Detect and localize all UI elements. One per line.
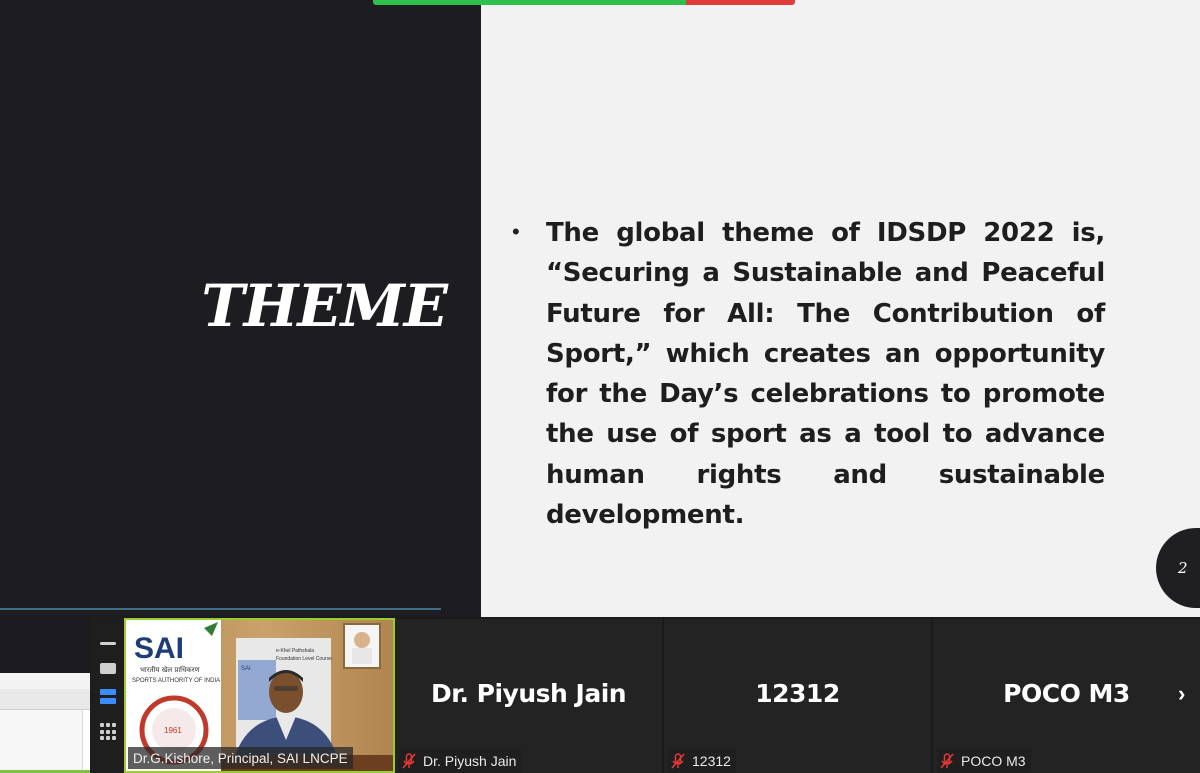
chevron-right-icon[interactable]: › [1178, 681, 1185, 707]
view-controls [90, 617, 124, 773]
sharing-indicator[interactable] [373, 0, 795, 5]
minimize-view-icon[interactable] [100, 642, 116, 645]
mic-off-icon [402, 753, 416, 769]
participant-tile[interactable]: POCO M3 POCO M3 [933, 619, 1200, 773]
speaker-view-icon[interactable] [100, 689, 116, 705]
gallery-view-icon[interactable] [100, 723, 118, 741]
banner-sub: SPORTS AUTHORITY OF INDIA [132, 678, 220, 684]
banner-logo-text: SAI [134, 632, 184, 665]
participant-name-label: 12312 [668, 749, 736, 773]
sharing-indicator-green [373, 0, 686, 5]
mic-off-icon [940, 753, 954, 769]
sharing-indicator-red [686, 0, 795, 5]
divider [0, 608, 441, 610]
banner-hindi: भारतीय खेल प्राधिकरण [140, 665, 201, 674]
participant-display-name: Dr. Piyush Jain [430, 679, 627, 708]
svg-text:SAI: SAI [241, 666, 251, 672]
mic-off-icon [671, 753, 685, 769]
background-window [0, 673, 92, 773]
slide-title: THEME [201, 272, 448, 340]
svg-text:e-Khel Pathshala: e-Khel Pathshala [276, 648, 314, 654]
svg-text:1961: 1961 [164, 726, 182, 735]
participant-name-label: Dr.G.Kishore, Principal, SAI LNCPE [128, 747, 353, 769]
participant-strip: SAI भारतीय खेल प्राधिकरण SPORTS AUTHORIT… [90, 617, 1200, 773]
slide-left-panel: THEME [0, 0, 481, 617]
video-tile-active-speaker[interactable]: SAI भारतीय खेल प्राधिकरण SPORTS AUTHORIT… [124, 618, 395, 773]
participant-name-label: Dr. Piyush Jain [399, 749, 522, 773]
participant-tile[interactable]: 12312 12312 [664, 619, 931, 773]
participant-name-label: POCO M3 [937, 749, 1031, 773]
participant-display-name: 12312 [755, 679, 840, 708]
slide-bullet: • The global theme of IDSDP 2022 is, “Se… [512, 213, 1105, 535]
single-view-icon[interactable] [100, 663, 116, 674]
bullet-text: The global theme of IDSDP 2022 is, “Secu… [546, 218, 1105, 531]
bullet-icon: • [512, 219, 520, 244]
page-number: 2 [1178, 559, 1188, 577]
participant-tile[interactable]: Dr. Piyush Jain Dr. Piyush Jain [395, 619, 662, 773]
participant-display-name: POCO M3 [1003, 679, 1130, 708]
svg-text:Foundation Level Course: Foundation Level Course [276, 656, 332, 662]
